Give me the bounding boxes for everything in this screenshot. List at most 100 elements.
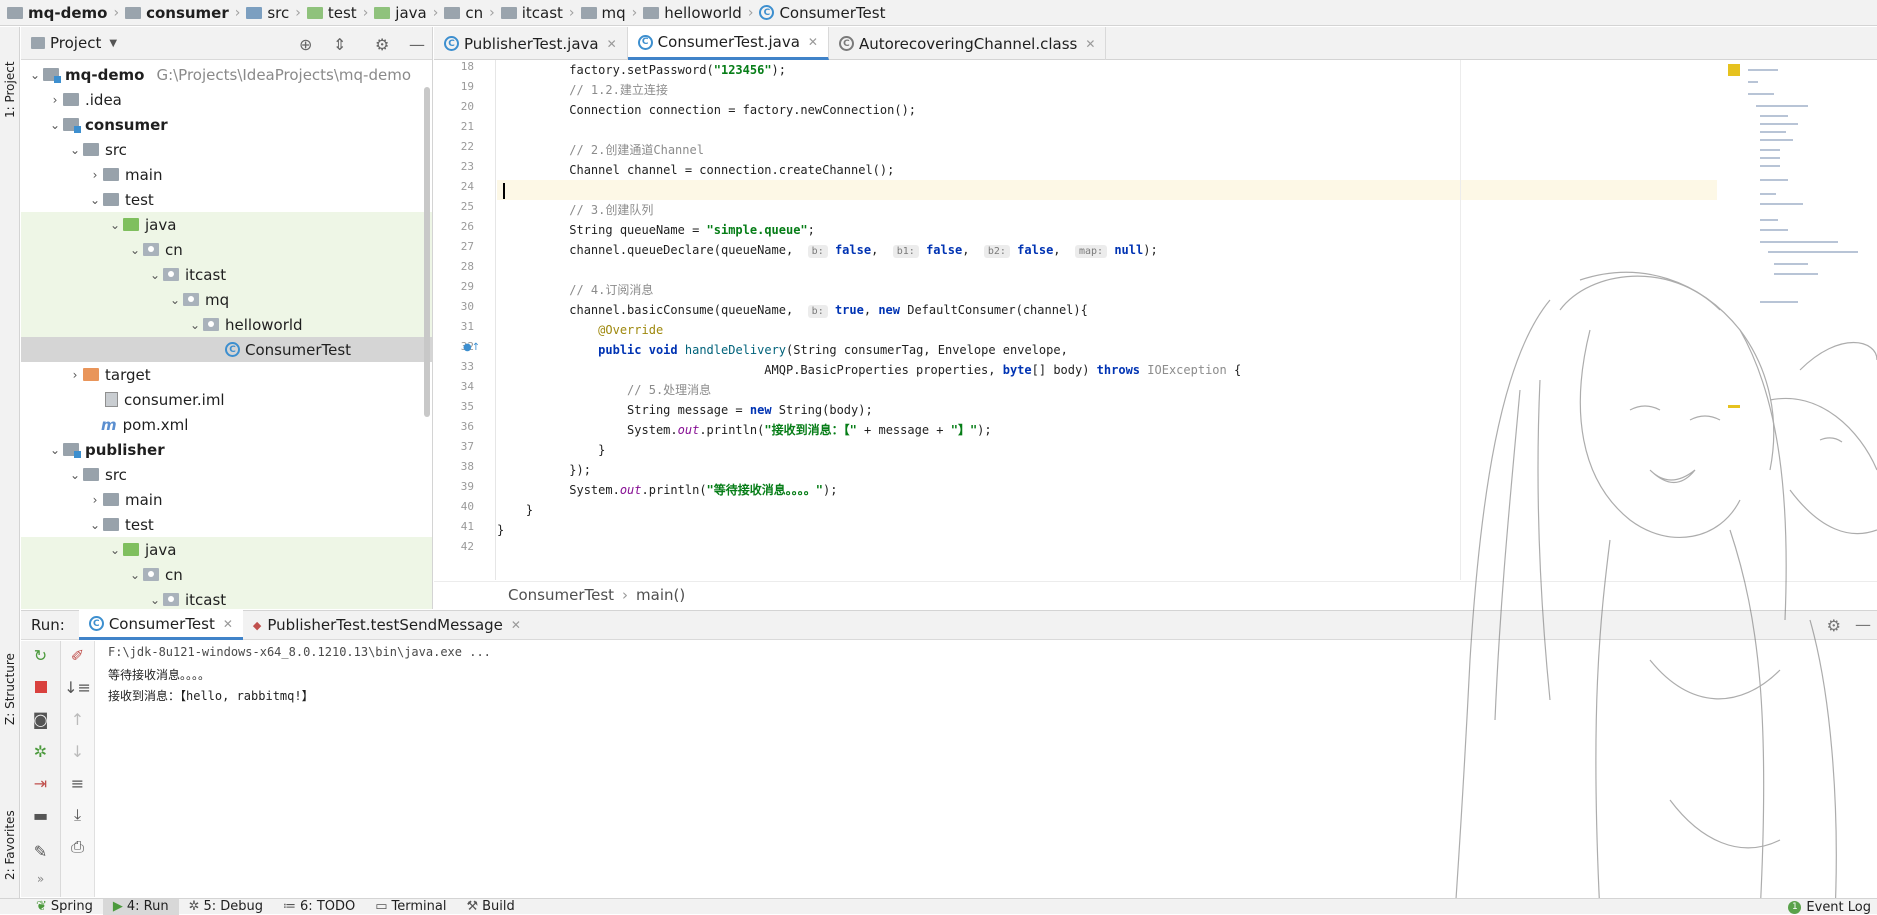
pin-icon[interactable]: ✎ <box>21 837 60 865</box>
run-tab-consumertest[interactable]: C ConsumerTest ✕ <box>78 610 243 640</box>
breadcrumb-cn[interactable]: cn › <box>441 4 497 22</box>
up-arrow-icon[interactable]: ↑ <box>61 705 94 733</box>
tree-item-cn[interactable]: ⌄ cn <box>21 562 432 587</box>
breadcrumb-itcast[interactable]: itcast › <box>498 4 578 22</box>
breadcrumb-consumertest[interactable]: C ConsumerTest <box>756 4 888 22</box>
exit-icon[interactable]: ⇥ <box>21 769 60 797</box>
spring-tool-button[interactable]: ❦ Spring <box>26 899 103 915</box>
favorites-tool-button[interactable]: 2: Favorites <box>1 785 19 905</box>
console-output[interactable]: F:\jdk-8u121-windows-x64_8.0.1210.13\bin… <box>96 641 1877 897</box>
expand-arrow-icon[interactable]: ⌄ <box>107 218 123 232</box>
sort-icon[interactable]: ↓≡ <box>61 673 94 701</box>
tree-item-idea[interactable]: › .idea <box>21 87 432 112</box>
tree-item-src[interactable]: ⌄ src <box>21 462 432 487</box>
expand-arrow-icon[interactable]: ⌄ <box>167 293 183 307</box>
project-tool-button[interactable]: 1: Project <box>1 35 19 145</box>
expand-arrow-icon[interactable]: ⌄ <box>107 543 123 557</box>
minimize-icon[interactable]: — <box>1855 615 1871 634</box>
expand-arrow-icon[interactable]: ⌄ <box>27 68 43 82</box>
expand-arrow-icon[interactable]: ⌄ <box>127 243 143 257</box>
locate-icon[interactable]: ⊕ <box>299 35 312 54</box>
breadcrumb-mq[interactable]: mq › <box>578 4 641 22</box>
collapse-arrow-icon[interactable]: › <box>87 168 103 182</box>
tab-consumertest[interactable]: C ConsumerTest.java ✕ <box>627 27 829 60</box>
tab-publishertest[interactable]: C PublisherTest.java ✕ <box>434 27 628 60</box>
breadcrumb-src[interactable]: src › <box>243 4 304 22</box>
tree-item-itcast[interactable]: ⌄ itcast <box>21 262 432 287</box>
tree-item-src[interactable]: ⌄ src <box>21 137 432 162</box>
tree-item-publisher[interactable]: ⌄ publisher <box>21 437 432 462</box>
rerun-icon[interactable]: ↻ <box>21 641 60 669</box>
close-icon[interactable]: ✕ <box>223 617 233 631</box>
clear-icon[interactable]: ✐ <box>61 641 94 669</box>
tree-item-cn[interactable]: ⌄ cn <box>21 237 432 262</box>
more-icon[interactable]: » <box>21 865 60 893</box>
tree-item-target[interactable]: › target <box>21 362 432 387</box>
collapse-arrow-icon[interactable]: › <box>87 493 103 507</box>
tree-item-java[interactable]: ⌄ java <box>21 537 432 562</box>
close-icon[interactable]: ✕ <box>607 37 617 51</box>
tree-item-mq-demo[interactable]: ⌄ mq-demo G:\Projects\IdeaProjects\mq-demo <box>21 62 432 87</box>
tree-item-java[interactable]: ⌄ java <box>21 212 432 237</box>
debug-tool-button[interactable]: ✲ 5: Debug <box>179 899 273 915</box>
tree-item-test[interactable]: ⌄ test <box>21 512 432 537</box>
close-icon[interactable]: ✕ <box>1085 37 1095 51</box>
tab-autorecoveringchannel[interactable]: C AutorecoveringChannel.class ✕ <box>829 27 1107 60</box>
collapse-arrow-icon[interactable]: › <box>67 368 83 382</box>
structure-tool-button[interactable]: Z: Structure <box>1 639 19 739</box>
tree-item-consumer-iml[interactable]: consumer.iml <box>21 387 432 412</box>
breadcrumb-consumer[interactable]: consumer › <box>122 4 243 22</box>
expand-arrow-icon[interactable]: ⌄ <box>87 193 103 207</box>
breadcrumb-helloworld[interactable]: helloworld › <box>640 4 756 22</box>
breadcrumb-mq-demo[interactable]: mq-demo › <box>4 4 122 22</box>
expand-arrow-icon[interactable]: ⌄ <box>127 568 143 582</box>
stop-icon[interactable] <box>21 673 60 701</box>
code-breadcrumb-class[interactable]: ConsumerTest <box>508 586 614 604</box>
down-arrow-icon[interactable]: ↓ <box>61 737 94 765</box>
todo-tool-button[interactable]: ≔ 6: TODO <box>273 899 365 915</box>
tree-item-consumer[interactable]: ⌄ consumer <box>21 112 432 137</box>
expand-arrow-icon[interactable]: ⌄ <box>147 268 163 282</box>
expand-arrow-icon[interactable]: ⌄ <box>47 443 63 457</box>
minimize-icon[interactable]: — <box>409 35 425 54</box>
camera-icon[interactable]: ◙ <box>21 705 60 733</box>
gear-icon[interactable]: ⚙ <box>375 35 389 54</box>
tree-item-helloworld[interactable]: ⌄ helloworld <box>21 312 432 337</box>
tree-item-main[interactable]: › main <box>21 162 432 187</box>
run-tool-button[interactable]: ▶ 4: Run <box>102 898 179 915</box>
tree-item-test[interactable]: ⌄ test <box>21 187 432 212</box>
terminal-tool-button[interactable]: ▭ Terminal <box>365 899 456 915</box>
expand-arrow-icon[interactable]: ⌄ <box>67 468 83 482</box>
collapse-all-icon[interactable]: ⇕ <box>333 35 346 54</box>
expand-arrow-icon[interactable]: ⌄ <box>187 318 203 332</box>
expand-arrow-icon[interactable]: ⌄ <box>47 118 63 132</box>
expand-arrow-icon[interactable]: ⌄ <box>87 518 103 532</box>
gear-icon[interactable]: ⚙ <box>1827 616 1841 635</box>
breadcrumb-test[interactable]: test › <box>304 4 371 22</box>
expand-arrow-icon[interactable]: ⌄ <box>147 593 163 607</box>
soft-wrap-icon[interactable]: ≡ <box>61 769 94 797</box>
project-scrollbar[interactable] <box>424 87 430 417</box>
scroll-to-end-icon[interactable]: ⤓ <box>61 801 94 829</box>
run-tab-publishertest[interactable]: ◆ PublisherTest.testSendMessage ✕ <box>243 610 531 640</box>
code-editor[interactable]: factory.setPassword("123456"); // 1.2.建立… <box>497 60 1717 580</box>
code-breadcrumb-method[interactable]: main() <box>636 586 685 604</box>
debug-icon[interactable]: ✲ <box>21 737 60 765</box>
expand-arrow-icon[interactable]: ⌄ <box>67 143 83 157</box>
override-marker-icon[interactable]: ●↑ <box>463 342 480 353</box>
close-icon[interactable]: ✕ <box>511 618 521 632</box>
print-icon[interactable]: ⎙ <box>61 833 94 861</box>
event-log-button[interactable]: 1 Event Log <box>1788 899 1877 915</box>
tree-item-mq[interactable]: ⌄ mq <box>21 287 432 312</box>
project-view-selector[interactable]: Project ▼ <box>31 34 117 52</box>
tree-item-main[interactable]: › main <box>21 487 432 512</box>
tree-item-itcast[interactable]: ⌄ itcast <box>21 587 432 609</box>
tree-item-consumertest[interactable]: C ConsumerTest <box>21 337 432 362</box>
breadcrumb-java[interactable]: java › <box>371 4 441 22</box>
layout-icon[interactable]: ▬ <box>21 801 60 829</box>
build-tool-button[interactable]: ⚒ Build <box>456 899 524 915</box>
close-icon[interactable]: ✕ <box>808 35 818 49</box>
tree-item-pom-xml[interactable]: m pom.xml <box>21 412 432 437</box>
code-minimap[interactable] <box>1718 60 1877 580</box>
collapse-arrow-icon[interactable]: › <box>47 93 63 107</box>
